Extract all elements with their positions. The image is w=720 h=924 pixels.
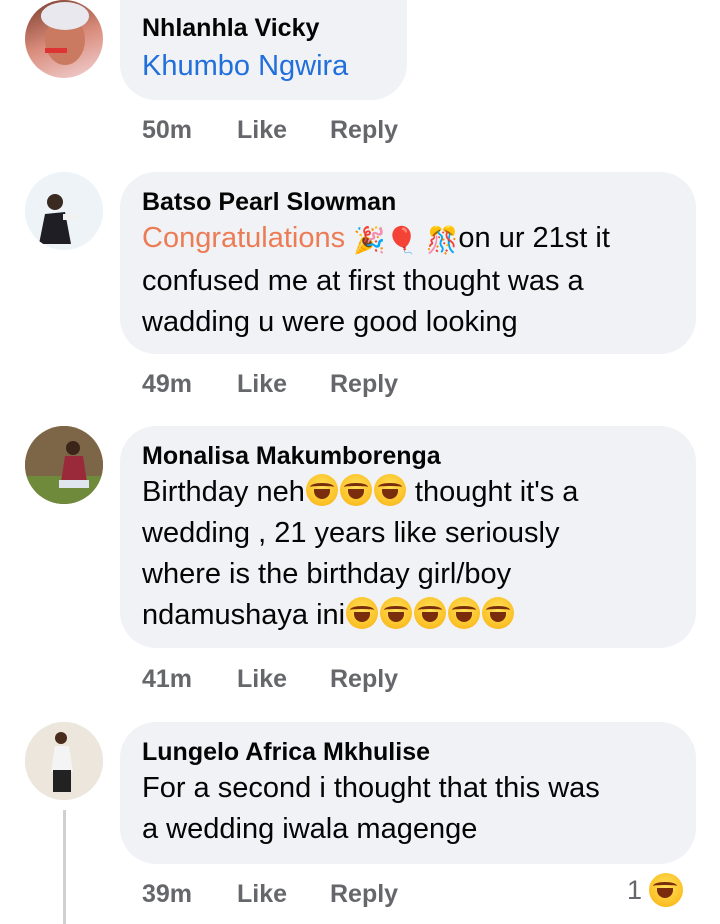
comment-text: Birthday neh thought it's a wedding , 21… — [142, 472, 674, 636]
comment-author[interactable]: Nhlanhla Vicky — [142, 12, 385, 44]
reply-button[interactable]: Reply — [330, 665, 398, 694]
comment-line2: wedding , 21 years like seriously — [142, 517, 560, 549]
laughing-icon — [649, 873, 683, 907]
comment-time: 39m — [142, 880, 193, 908]
comment-line1: For a second i thought that this was — [142, 772, 600, 804]
comment-time: 41m — [142, 665, 193, 693]
like-button[interactable]: Like — [237, 370, 330, 399]
laughing-tears-icon — [414, 597, 447, 629]
comment-text: For a second i thought that this was a w… — [142, 768, 674, 850]
avatar-photo — [25, 722, 103, 800]
comment-time: 50m — [142, 116, 193, 144]
avatar-photo — [25, 172, 103, 250]
reply-button[interactable]: Reply — [330, 370, 398, 399]
comment-line4: ndamushaya ini — [142, 599, 346, 631]
comment-actions: 49m Like Reply — [142, 370, 398, 399]
reaction-count: 1 — [626, 874, 642, 905]
comment-bubble: Lungelo Africa Mkhulise For a second i t… — [120, 722, 696, 864]
avatar-photo — [25, 426, 103, 504]
avatar[interactable] — [25, 722, 103, 800]
reaction-summary[interactable]: 1 — [627, 873, 684, 907]
reply-button[interactable]: Reply — [330, 880, 398, 909]
like-button[interactable]: Like — [237, 665, 330, 694]
reply-button[interactable]: Reply — [330, 116, 398, 145]
laughing-tears-icon — [373, 474, 406, 506]
like-button[interactable]: Like — [237, 880, 330, 909]
confetti-ball-icon: 🎊 — [426, 225, 459, 255]
tagged-user-link[interactable]: Khumbo Ngwira — [142, 46, 385, 87]
avatar[interactable] — [25, 172, 103, 250]
comment-bubble: Batso Pearl Slowman Congratulations 🎉🎈 🎊… — [120, 172, 696, 354]
like-button[interactable]: Like — [237, 116, 330, 145]
avatar-photo — [41, 2, 89, 65]
comment-bubble: Nhlanhla Vicky Khumbo Ngwira — [120, 0, 407, 100]
avatar[interactable] — [25, 426, 103, 504]
comment-text: Congratulations 🎉🎈 🎊on ur 21st it confus… — [142, 218, 674, 343]
comment-author[interactable]: Monalisa Makumborenga — [142, 440, 674, 472]
comment-line2: confused me at first thought was a — [142, 265, 584, 297]
laughing-tears-icon — [448, 597, 481, 629]
comment-author[interactable]: Batso Pearl Slowman — [142, 186, 674, 218]
comment-line1-end: on ur 21st it — [458, 222, 610, 254]
avatar[interactable] — [25, 0, 103, 78]
laughing-tears-icon — [380, 597, 413, 629]
comment-actions: 50m Like Reply — [142, 116, 398, 145]
comment-actions: 41m Like Reply — [142, 665, 398, 694]
comment-time: 49m — [142, 370, 193, 398]
comment-line2: a wedding iwala magenge — [142, 813, 478, 845]
comment-bubble: Monalisa Makumborenga Birthday neh thoug… — [120, 426, 696, 648]
comment-line3: where is the birthday girl/boy — [142, 558, 512, 590]
laughing-tears-icon — [482, 597, 515, 629]
comment-line1-start: Birthday neh — [142, 476, 305, 508]
comment-author[interactable]: Lungelo Africa Mkhulise — [142, 736, 674, 768]
reply-thread-line — [63, 810, 66, 924]
highlighted-word[interactable]: Congratulations — [142, 222, 345, 254]
comment-line1-end: thought it's a — [414, 476, 579, 508]
balloon-icon: 🎈 — [385, 225, 418, 255]
laughing-tears-icon — [305, 474, 338, 506]
comment-actions: 39m Like Reply — [142, 880, 398, 909]
laughing-tears-icon — [339, 474, 372, 506]
comment-line3: wadding u were good looking — [142, 306, 518, 338]
laughing-tears-icon — [346, 597, 379, 629]
party-popper-icon: 🎉 — [353, 225, 386, 255]
